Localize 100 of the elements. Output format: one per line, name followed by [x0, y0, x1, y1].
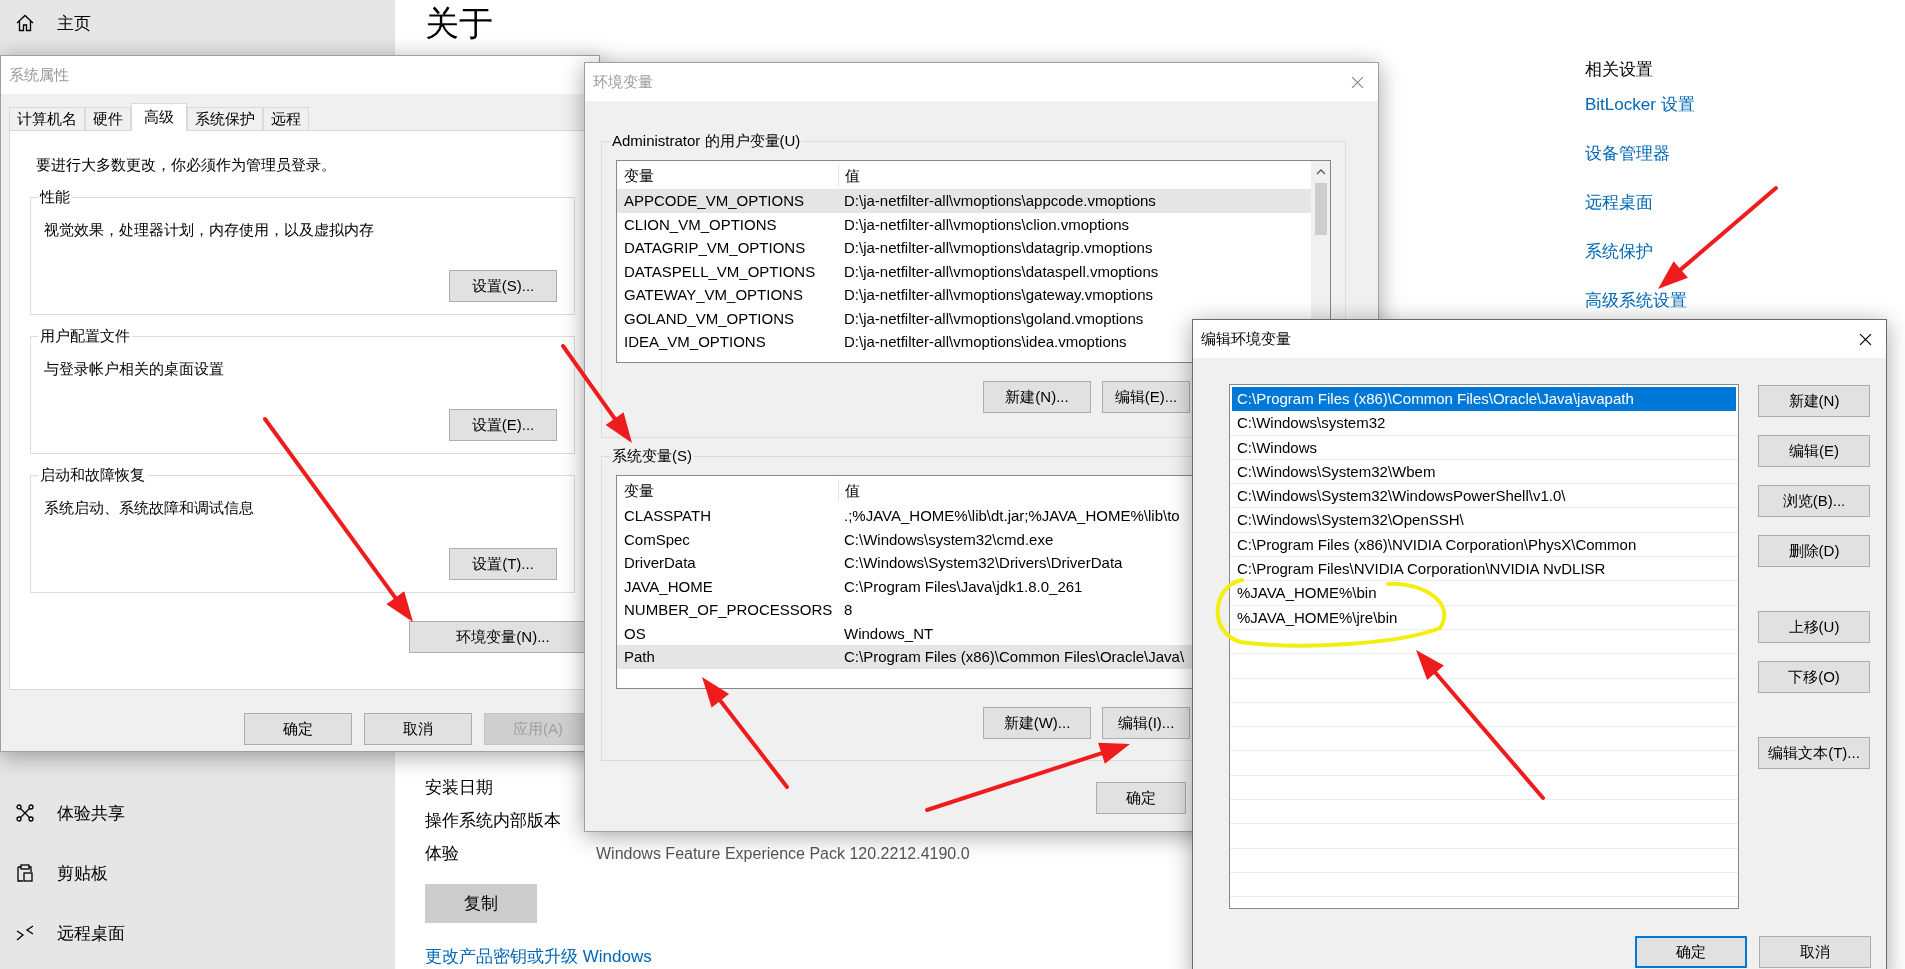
variable-name: JAVA_HOME — [623, 576, 714, 597]
path-entry[interactable]: C:\Windows\system32 — [1232, 411, 1736, 436]
variable-name: DATASPELL_VM_OPTIONS — [623, 261, 817, 282]
variable-value: C:\Program Files\Java\jdk1.8.0_261 — [843, 576, 1083, 597]
group-title: 用户配置文件 — [38, 326, 132, 346]
home-icon — [15, 13, 35, 33]
spec-label: 体验 — [425, 843, 460, 865]
table-row[interactable]: DATASPELL_VM_OPTIONS D:\ja-netfilter-all\vmoptions\dataspell.vmoptions — [617, 259, 1311, 283]
settings-link[interactable]: BitLocker 设置 — [1585, 93, 1695, 117]
scroll-up-icon[interactable] — [1315, 169, 1326, 175]
table-row[interactable]: DATAGRIP_VM_OPTIONS D:\ja-netfilter-all\vmoptions\datagrip.vmoptions — [617, 236, 1311, 260]
window-title: 编辑环境变量 — [1201, 329, 1291, 349]
clipboard-icon — [15, 863, 35, 883]
spec-label: 安装日期 — [425, 777, 494, 799]
dialog-button[interactable]: 上移(U) — [1758, 611, 1870, 643]
close-icon[interactable] — [1859, 332, 1872, 346]
variable-value: D:\ja-netfilter-all\vmoptions\clion.vmoptions — [843, 214, 1130, 235]
dialog-button[interactable]: 新建(N) — [1758, 385, 1870, 417]
home-nav-item[interactable]: 主页 — [0, 0, 395, 46]
settings-link[interactable]: 远程桌面 — [1585, 191, 1653, 215]
variable-value: .;%JAVA_HOME%\lib\dt.jar;%JAVA_HOME%\lib\to — [843, 506, 1180, 527]
dialog-button[interactable]: 取消 — [364, 713, 472, 745]
ok-button[interactable]: 确定 — [1096, 782, 1186, 814]
variable-value: C:\Program Files (x86)\Common Files\Oracle\Java\ — [843, 647, 1185, 668]
variable-name: GATEWAY_VM_OPTIONS — [623, 285, 804, 306]
table-row[interactable]: CLION_VM_OPTIONS D:\ja-netfilter-all\vmoptions\clion.vmoptions — [617, 212, 1311, 236]
settings-button[interactable]: 设置(E)... — [449, 409, 557, 441]
dialog-button[interactable]: 编辑文本(T)... — [1758, 737, 1870, 769]
variable-name: ComSpec — [623, 529, 691, 550]
settings-link[interactable]: 高级系统设置 — [1585, 289, 1687, 313]
column-header: 变量 — [617, 163, 839, 187]
dialog-button[interactable]: 确定 — [244, 713, 352, 745]
settings-button[interactable]: 设置(T)... — [449, 548, 557, 580]
window-title: 系统属性 — [9, 65, 69, 85]
variable-name: DriverData — [623, 553, 697, 574]
variable-name: GOLAND_VM_OPTIONS — [623, 308, 796, 329]
upgrade-link[interactable]: 更改产品密钥或升级 Windows — [425, 945, 652, 969]
column-header: 值 — [844, 480, 860, 501]
table-row[interactable]: GATEWAY_VM_OPTIONS D:\ja-netfilter-all\vmoptions\gateway.vmoptions — [617, 283, 1311, 307]
nav-item[interactable]: 体验共享 — [0, 783, 395, 843]
dialog-button[interactable]: 确定 — [1635, 936, 1747, 968]
path-entry[interactable]: C:\Windows\System32\OpenSSH\ — [1232, 508, 1736, 533]
variable-value: C:\Windows\System32\Drivers\DriverData — [843, 553, 1123, 574]
copy-button[interactable]: 复制 — [425, 884, 537, 923]
variable-value: D:\ja-netfilter-all\vmoptions\dataspell.vmoptions — [843, 261, 1159, 282]
dialog-button[interactable]: 编辑(E) — [1758, 435, 1870, 467]
variable-value: 8 — [843, 600, 853, 621]
group-description: 系统启动、系统故障和调试信息 — [44, 498, 254, 518]
notice-text: 要进行大多数更改，你必须作为管理员登录。 — [36, 155, 337, 175]
dialog-button[interactable]: 取消 — [1759, 936, 1871, 968]
variable-value: D:\ja-netfilter-all\vmoptions\goland.vmoptions — [843, 308, 1144, 329]
path-entry[interactable]: C:\Windows\System32\WindowsPowerShell\v1.0\ — [1232, 484, 1736, 509]
path-entry[interactable]: C:\Program Files (x86)\NVIDIA Corporation\PhysX\Common — [1232, 532, 1736, 558]
table-row[interactable]: APPCODE_VM_OPTIONS D:\ja-netfilter-all\vmoptions\appcode.vmoptions — [617, 189, 1311, 213]
scroll-thumb[interactable] — [1314, 183, 1327, 235]
dialog-button[interactable]: 编辑(E)... — [1102, 381, 1190, 413]
column-header: 变量 — [617, 478, 839, 502]
variable-name: NUMBER_OF_PROCESSORS — [623, 600, 834, 621]
share-icon — [15, 803, 35, 823]
tab[interactable]: 计算机名 — [9, 107, 85, 130]
path-entry[interactable]: C:\Windows\System32\Wbem — [1232, 459, 1736, 485]
dialog-button[interactable]: 新建(N)... — [983, 381, 1091, 413]
tab[interactable]: 远程 — [263, 107, 309, 130]
variable-name: Path — [623, 647, 656, 668]
settings-link[interactable]: 系统保护 — [1585, 240, 1653, 264]
variable-name: APPCODE_VM_OPTIONS — [623, 191, 806, 212]
variable-value: D:\ja-netfilter-all\vmoptions\appcode.vmoptions — [843, 191, 1156, 212]
path-entry[interactable]: C:\Windows — [1232, 435, 1736, 460]
variable-value: D:\ja-netfilter-all\vmoptions\idea.vmoptions — [843, 332, 1127, 353]
variable-name: OS — [623, 623, 647, 644]
variable-value: C:\Windows\system32\cmd.exe — [843, 529, 1054, 550]
group-title: 启动和故障恢复 — [38, 465, 147, 485]
variable-value: D:\ja-netfilter-all\vmoptions\datagrip.vmoptions — [843, 238, 1153, 259]
settings-button[interactable]: 设置(S)... — [449, 270, 557, 302]
variable-name: IDEA_VM_OPTIONS — [623, 332, 767, 353]
tab[interactable]: 高级 — [131, 103, 187, 131]
dialog-button[interactable]: 下移(O) — [1758, 661, 1870, 693]
dialog-button[interactable]: 删除(D) — [1758, 535, 1870, 567]
variable-name: CLION_VM_OPTIONS — [623, 214, 778, 235]
window-title: 环境变量 — [593, 72, 653, 92]
path-entry[interactable]: C:\Program Files\NVIDIA Corporation\NVIDIA NvDLISR — [1232, 557, 1736, 582]
dialog-button[interactable]: 新建(W)... — [983, 707, 1091, 739]
group-description: 与登录帐户相关的桌面设置 — [44, 359, 224, 379]
group-title: 性能 — [38, 187, 72, 207]
group-title: Administrator 的用户变量(U) — [610, 131, 803, 151]
tab[interactable]: 系统保护 — [187, 107, 263, 130]
path-entry[interactable]: C:\Program Files (x86)\Common Files\Oracle\Java\javapath — [1232, 387, 1736, 412]
variable-value: Windows_NT — [843, 623, 934, 644]
nav-item[interactable]: 剪贴板 — [0, 843, 395, 903]
settings-link[interactable]: 设备管理器 — [1585, 142, 1670, 166]
path-entry[interactable]: %JAVA_HOME%\jre\bin — [1232, 605, 1736, 630]
nav-item[interactable]: 远程桌面 — [0, 903, 395, 963]
path-entry[interactable]: %JAVA_HOME%\bin — [1232, 581, 1736, 606]
section-heading: 相关设置 — [1585, 59, 1653, 81]
dialog-button[interactable]: 浏览(B)... — [1758, 485, 1870, 517]
spec-label: 操作系统内部版本 — [425, 810, 562, 832]
variable-value: D:\ja-netfilter-all\vmoptions\gateway.vmoptions — [843, 285, 1154, 306]
tab[interactable]: 硬件 — [85, 107, 131, 130]
dialog-button[interactable]: 编辑(I)... — [1102, 707, 1190, 739]
column-header: 值 — [844, 165, 860, 186]
